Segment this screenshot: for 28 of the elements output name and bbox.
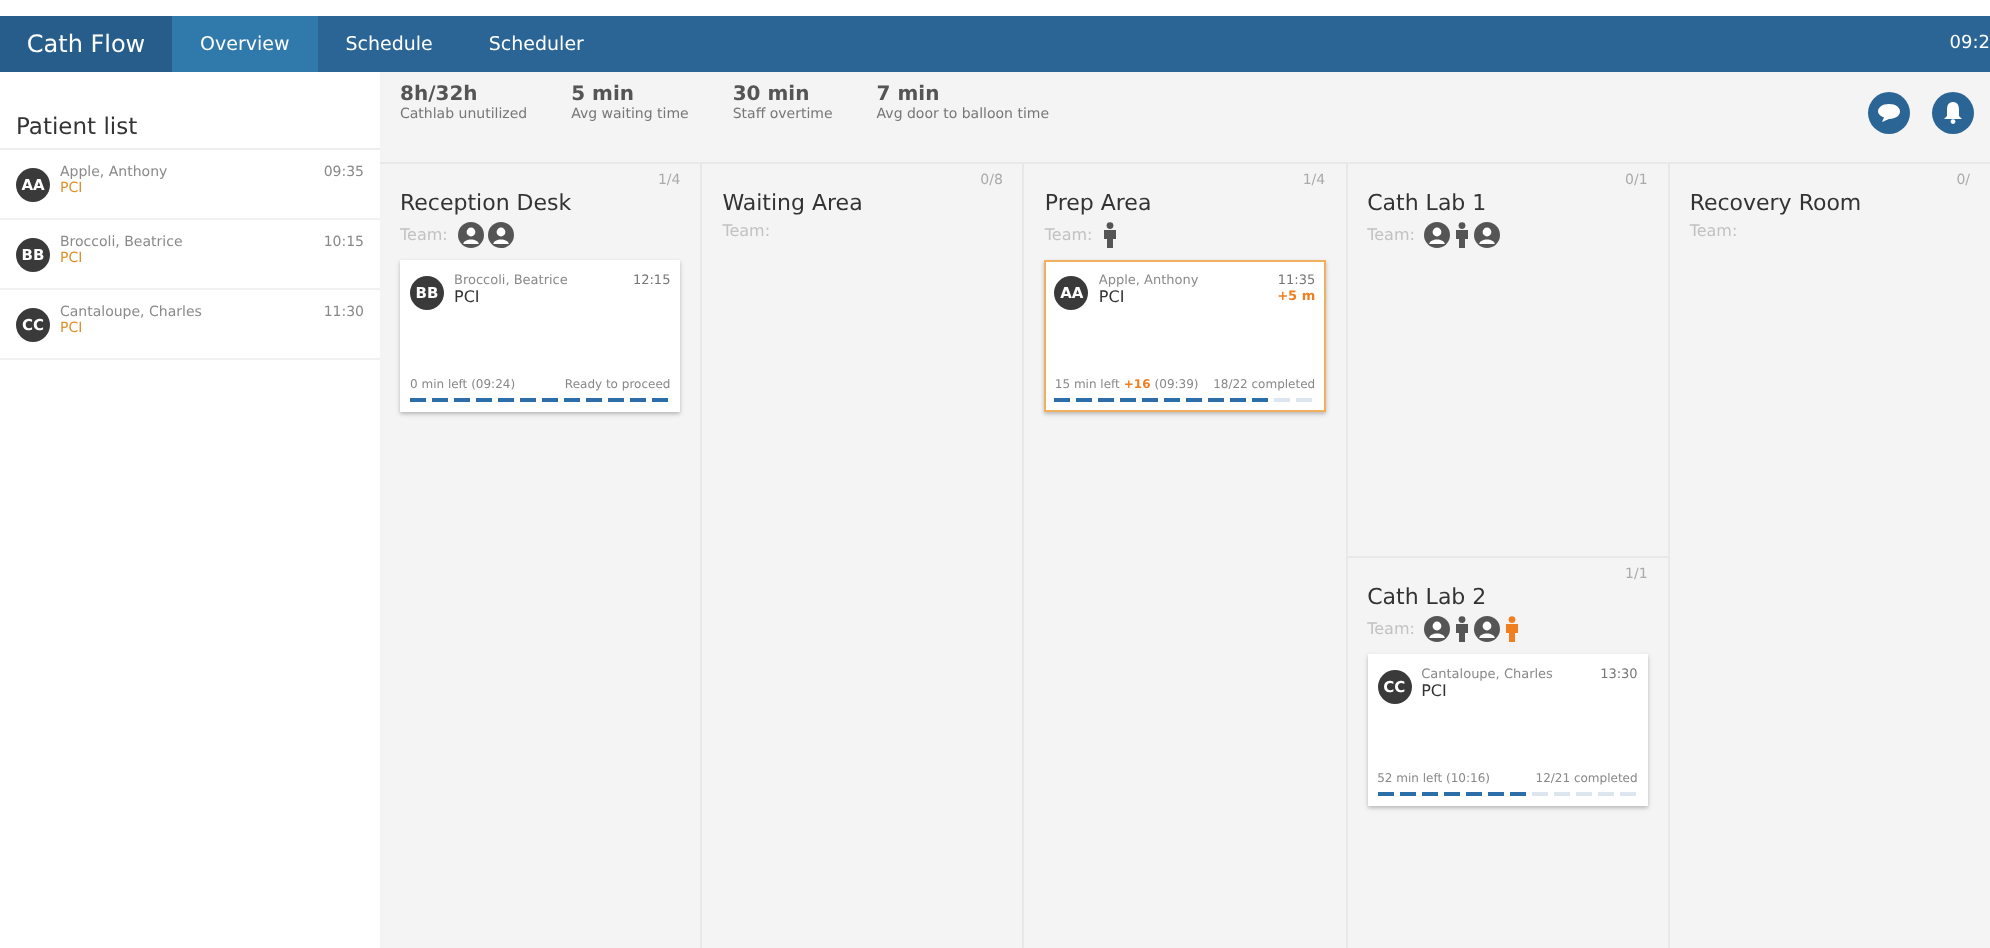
nav-tab[interactable]: Scheduler xyxy=(460,16,612,72)
staff-avatar-icon xyxy=(1424,615,1451,641)
procedure-label: PCI xyxy=(1098,288,1127,306)
chat-button[interactable] xyxy=(1868,92,1910,134)
staff-avatar-icon xyxy=(1474,222,1501,248)
room-name: Waiting Area xyxy=(722,190,865,216)
stat-value: 8h/32h xyxy=(400,84,480,106)
nav-tab[interactable]: Schedule xyxy=(317,16,461,72)
stat-value: 7 min xyxy=(876,84,942,106)
clock: 09:2 xyxy=(1949,32,1990,58)
room-name: Cath Lab 1 xyxy=(1367,190,1489,216)
stat-value: 5 min xyxy=(571,84,636,106)
speech-bubble-icon xyxy=(1878,104,1900,122)
room-name: Recovery Room xyxy=(1689,190,1864,216)
room-name: Cath Lab 2 xyxy=(1367,583,1489,609)
notifications-button[interactable] xyxy=(1932,92,1974,134)
stat-value: 30 min xyxy=(732,84,812,106)
staff-avatar-icon xyxy=(457,222,484,248)
procedure-label: PCI xyxy=(454,288,482,306)
bell-icon xyxy=(1944,102,1962,124)
app-title: Cath Flow xyxy=(0,16,172,72)
room-name: Prep Area xyxy=(1044,190,1154,216)
nav-tab[interactable]: Overview xyxy=(172,16,318,72)
staff-avatar-icon xyxy=(1424,222,1451,248)
staff-avatar-icon xyxy=(1474,615,1501,641)
room-name: Reception Desk xyxy=(400,190,574,216)
procedure-label: PCI xyxy=(1421,681,1449,699)
staff-avatar-icon xyxy=(487,222,514,248)
